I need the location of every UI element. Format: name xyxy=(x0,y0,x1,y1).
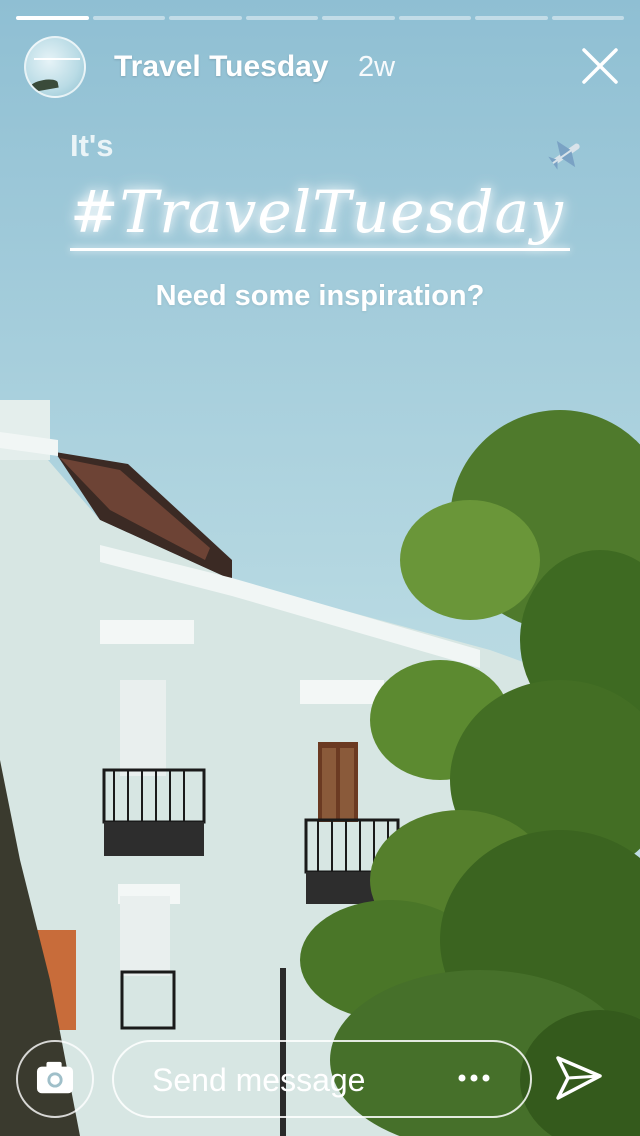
hashtag-underline xyxy=(70,248,570,251)
close-icon[interactable] xyxy=(580,46,620,86)
story-hashtag: #TravelTuesday xyxy=(70,178,564,246)
avatar-logo-text xyxy=(34,58,80,60)
progress-segment xyxy=(551,16,624,20)
window-shutter xyxy=(120,680,166,776)
message-placeholder: Send message xyxy=(152,1062,366,1098)
window-lintel xyxy=(100,620,194,644)
story-subtitle: Need some inspiration? xyxy=(155,280,485,312)
progress-segment xyxy=(475,16,548,20)
avatar[interactable] xyxy=(24,36,86,98)
airplane-icon xyxy=(548,140,580,170)
progress-segment xyxy=(169,16,242,20)
story-header: Travel Tuesday 2w xyxy=(24,36,620,100)
post-age: 2w xyxy=(358,51,396,83)
story-intro-text: It's xyxy=(70,128,114,163)
progress-segment xyxy=(92,16,165,20)
send-icon[interactable] xyxy=(552,1050,606,1104)
message-input[interactable]: Send message xyxy=(112,1040,532,1118)
camera-icon xyxy=(36,1061,74,1094)
balcony-base xyxy=(104,822,204,856)
progress-segment-active xyxy=(16,16,89,20)
progress-segment xyxy=(322,16,395,20)
progress-segment xyxy=(245,16,318,20)
account-name[interactable]: Travel Tuesday xyxy=(114,50,329,84)
avatar-image xyxy=(29,77,59,93)
story-progress xyxy=(16,16,624,20)
story-reply-bar: Send message xyxy=(0,1036,640,1136)
camera-button[interactable] xyxy=(16,1040,94,1118)
more-icon[interactable] xyxy=(454,1068,494,1088)
progress-segment xyxy=(398,16,471,20)
